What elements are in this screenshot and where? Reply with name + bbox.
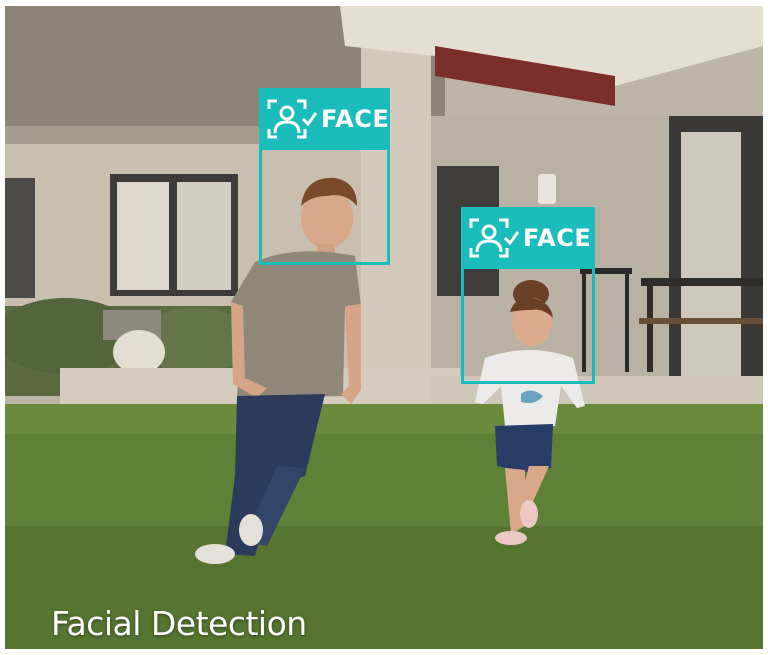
bench [639,318,763,324]
patio-table [641,278,763,286]
wall-lamp [538,174,556,204]
photo-frame: FACE FACE Facial Detection [5,6,763,649]
face-scan-icon [265,97,318,141]
face-label: FACE [523,224,592,252]
face-scan-icon [467,216,520,260]
face-detection-box: FACE [259,88,390,265]
caption: Facial Detection [51,604,307,643]
planter-pot [113,330,165,374]
face-tag: FACE [259,88,390,150]
window [5,178,35,298]
face-label: FACE [321,105,390,133]
face-tag: FACE [461,207,595,269]
face-detection-box: FACE [461,207,595,384]
